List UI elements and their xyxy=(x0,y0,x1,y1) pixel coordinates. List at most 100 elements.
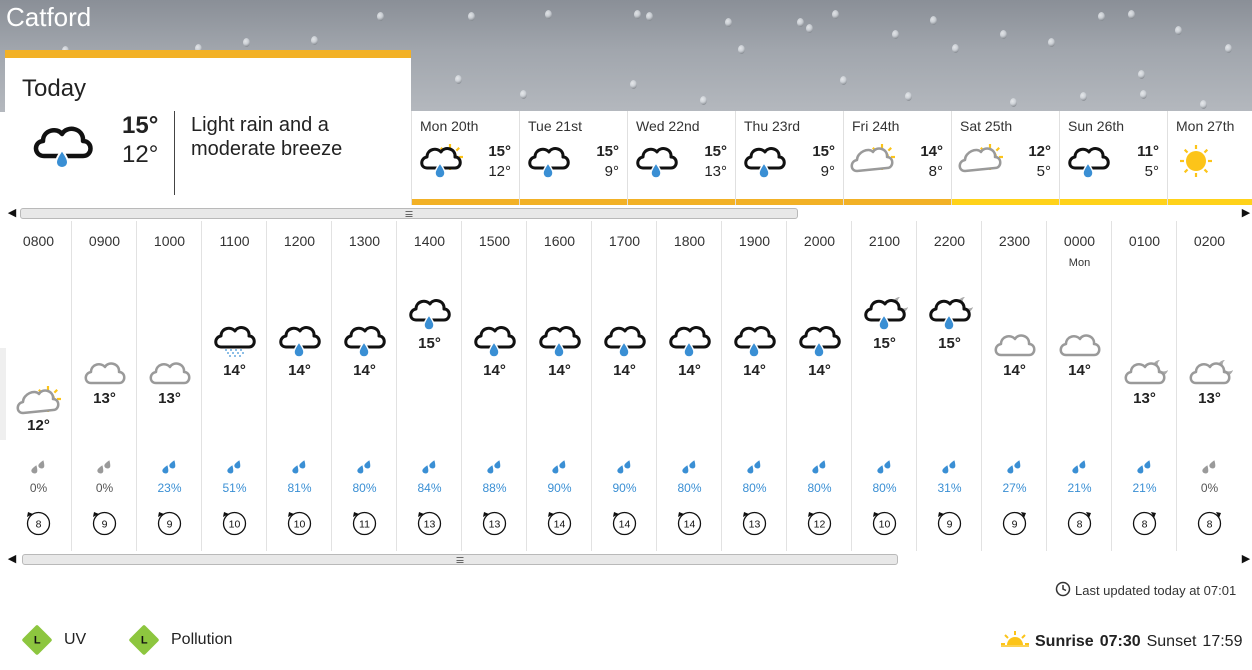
rain-chance-icon xyxy=(941,459,959,475)
day-tab[interactable]: Mon 27th 1 xyxy=(1167,111,1252,205)
hour-temp: 15° xyxy=(873,334,896,352)
scroll-left-icon[interactable]: ◀ xyxy=(6,205,18,221)
rain-chance: 80% xyxy=(677,481,702,495)
hour-temp: 13° xyxy=(1198,389,1221,407)
scroll-right-icon[interactable]: ▶ xyxy=(1240,551,1252,567)
wind-direction-icon: 13 xyxy=(481,510,508,537)
day-tab[interactable]: Thu 23rd 15° 9° xyxy=(735,111,844,205)
hour-column[interactable]: 0900 13° 0% 9 xyxy=(71,221,136,551)
scroll-right-icon[interactable]: ▶ xyxy=(1240,205,1252,221)
day-tab[interactable]: Fri 24th 14° 8° xyxy=(843,111,952,205)
hour-column[interactable]: 1400 15° 84% 13 xyxy=(396,221,461,551)
hour-column[interactable]: 2000 14° 80% 12 xyxy=(786,221,851,551)
day-name: Wed 22nd xyxy=(636,118,700,134)
rain-chance-icon xyxy=(291,459,309,475)
raindrop-decoration xyxy=(630,80,637,89)
scroll-track[interactable] xyxy=(20,208,1238,219)
cloud-rain-icon xyxy=(797,320,842,365)
wind-speed: 9 xyxy=(167,519,173,531)
hour-time: 2100 xyxy=(868,233,901,249)
rain-chance: 21% xyxy=(1132,481,1157,495)
hour-column[interactable]: 0800 12° 0% 8 xyxy=(6,221,71,551)
day-low-temp: 5° xyxy=(1144,163,1159,180)
hour-time: 1300 xyxy=(348,233,381,249)
sun-cloud-rain-icon xyxy=(418,141,466,186)
wind-speed: 12 xyxy=(814,519,826,531)
day-tab[interactable]: Mon 20th 15° 12° xyxy=(411,111,520,205)
wind-direction-icon: 8 xyxy=(25,510,52,537)
hour-column[interactable]: 1200 14° 81% 10 xyxy=(266,221,331,551)
hour-column[interactable]: 0000 Mon 14° 21% 8 xyxy=(1046,221,1111,551)
rain-chance: 21% xyxy=(1067,481,1092,495)
last-updated-text: Last updated today at 07:01 xyxy=(1075,583,1237,598)
day-name: Thu 23rd xyxy=(744,118,801,134)
rain-chance: 80% xyxy=(742,481,767,495)
day-tab[interactable]: Sun 26th 11° 5° xyxy=(1059,111,1168,205)
wind-direction-icon: 11 xyxy=(351,510,378,537)
hour-column[interactable]: 2300 14° 27% 9 xyxy=(981,221,1046,551)
raindrop-decoration xyxy=(840,76,847,85)
day-tab[interactable]: Tue 21st 15° 9° xyxy=(519,111,628,205)
hour-column[interactable]: 1700 14° 90% 14 xyxy=(591,221,656,551)
scroll-left-icon[interactable]: ◀ xyxy=(6,551,18,567)
daily-scrollbar[interactable]: ◀ ▶ xyxy=(6,205,1252,221)
day-high-temp: 15° xyxy=(488,143,511,160)
hour-column[interactable]: 1900 14° 80% 13 xyxy=(721,221,786,551)
day-high-temp: 15° xyxy=(596,143,619,160)
wind-direction-icon: 9 xyxy=(1001,510,1028,537)
hour-column[interactable]: 2100 15° 80% 10 xyxy=(851,221,916,551)
hour-column[interactable]: 1800 14° 80% 14 xyxy=(656,221,721,551)
day-high-temp: 12° xyxy=(1028,143,1051,160)
cloud-rain-icon xyxy=(634,141,682,186)
rain-chance-icon xyxy=(356,459,374,475)
hour-temp: 14° xyxy=(288,362,311,379)
pollution-indicator[interactable]: L Pollution xyxy=(128,624,233,656)
wind-direction-icon: 9 xyxy=(91,510,118,537)
raindrop-decoration xyxy=(1138,70,1145,79)
hour-column[interactable]: 0200 13° 0% 8 xyxy=(1176,221,1241,551)
daily-forecast-strip: Mon 20th 15° 12° Tue 21st 15° 9° Wed 22n… xyxy=(411,111,1252,205)
hour-column[interactable]: 1100 14° 51% 10 xyxy=(201,221,266,551)
raindrop-decoration xyxy=(1200,100,1207,109)
cloud-rain-icon xyxy=(732,320,777,365)
wind-speed: 8 xyxy=(1142,519,1148,531)
hour-column[interactable]: 1500 14° 88% 13 xyxy=(461,221,526,551)
scroll-track[interactable] xyxy=(20,554,1238,565)
scroll-thumb[interactable] xyxy=(20,208,798,219)
hour-column[interactable]: 0100 13° 21% 8 xyxy=(1111,221,1176,551)
hour-day-label: Mon xyxy=(1068,257,1091,269)
wind-direction-icon: 9 xyxy=(156,510,183,537)
rain-chance-icon xyxy=(226,459,244,475)
scroll-thumb[interactable] xyxy=(22,554,898,565)
raindrop-decoration xyxy=(797,18,804,27)
hour-temp: 14° xyxy=(743,362,766,379)
day-tab[interactable]: Wed 22nd 15° 13° xyxy=(627,111,736,205)
hour-column[interactable]: 1000 13° 23% 9 xyxy=(136,221,201,551)
day-low-temp: 8° xyxy=(928,163,943,180)
today-card[interactable]: Today 15° 12° Light rain and a moderate … xyxy=(5,50,411,206)
cloud-rain-icon xyxy=(602,320,647,365)
rain-chance-icon xyxy=(876,459,894,475)
uv-indicator[interactable]: L UV xyxy=(21,624,86,656)
day-high-temp: 11° xyxy=(1137,143,1159,160)
hour-time: 0900 xyxy=(88,233,121,249)
hour-column[interactable]: 2200 15° 31% 9 xyxy=(916,221,981,551)
wind-speed: 8 xyxy=(36,519,42,531)
rain-chance-icon xyxy=(30,459,48,475)
day-tab[interactable]: Sat 25th 12° 5° xyxy=(951,111,1060,205)
day-low-temp: 13° xyxy=(704,163,727,180)
pollution-level-badge: L xyxy=(128,624,160,656)
today-description: Light rain and a moderate breeze xyxy=(191,114,343,160)
light-rain-cloud-icon xyxy=(30,120,96,175)
cloud-icon xyxy=(147,356,192,393)
hour-time: 1700 xyxy=(608,233,641,249)
raindrop-decoration xyxy=(377,12,384,21)
hour-temp: 15° xyxy=(418,334,441,352)
hour-column[interactable]: 1600 14° 90% 14 xyxy=(526,221,591,551)
pollution-label: Pollution xyxy=(171,631,233,648)
day-low-temp: 9° xyxy=(604,163,619,180)
hour-column[interactable]: 1300 14° 80% 11 xyxy=(331,221,396,551)
hour-temp: 14° xyxy=(483,362,506,379)
hour-temp: 14° xyxy=(1068,362,1091,379)
hourly-scrollbar[interactable]: ◀ ▶ xyxy=(6,551,1252,567)
